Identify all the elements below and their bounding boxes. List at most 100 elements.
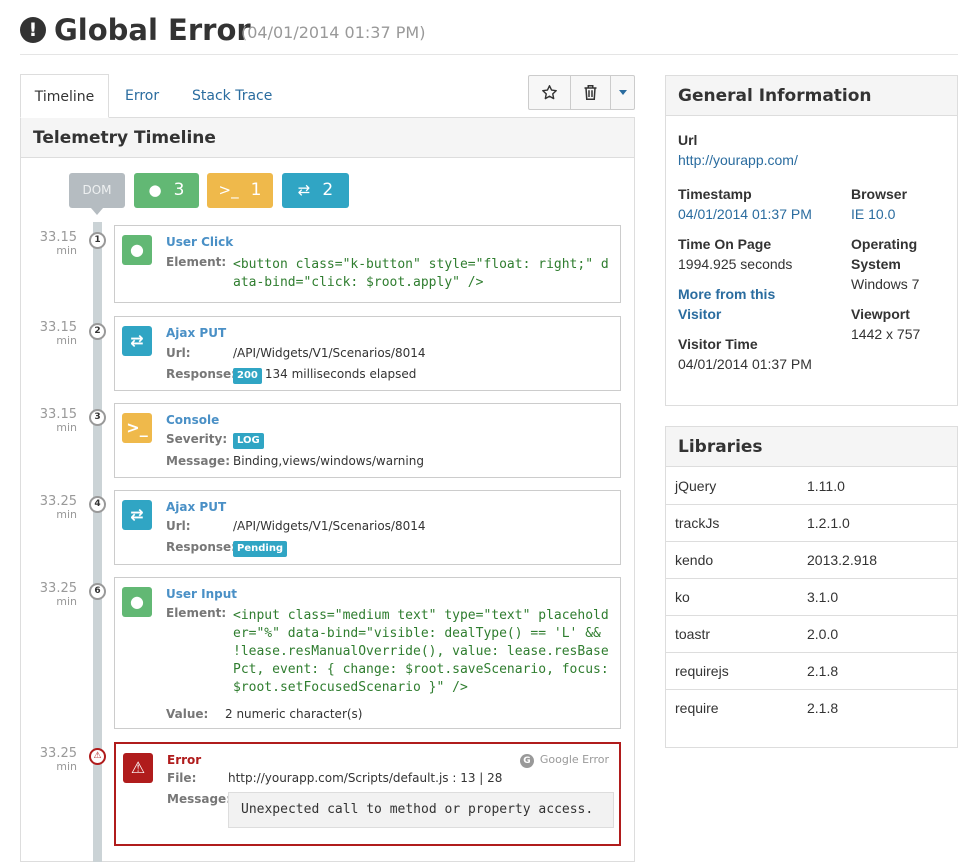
library-name: require (675, 700, 719, 716)
event-card-user-input[interactable]: ● User Input Element: <input class="medi… (114, 577, 621, 729)
event-number: 1 (89, 232, 106, 249)
google-error-label: Google Error (539, 753, 609, 766)
os-value: Windows 7 (851, 276, 920, 292)
error-message: Unexpected call to method or property ac… (228, 792, 614, 828)
more-from-visitor-link[interactable]: More from this Visitor (678, 284, 775, 324)
google-error-link[interactable]: G Google Error (519, 753, 609, 768)
event-type: Error (167, 753, 202, 767)
tab-stack-trace[interactable]: Stack Trace (192, 74, 272, 118)
element-label: Element: (166, 606, 227, 620)
url-value: /API/Widgets/V1/Scenarios/8014 (233, 346, 426, 360)
console-filter-button[interactable]: >_ 1 (207, 173, 273, 208)
event-card-error[interactable]: ⚠ Error G Google Error File: http://youra… (114, 742, 621, 846)
exchange-icon: ⇄ (297, 181, 311, 199)
library-row: requirejs 2.1.8 (666, 653, 957, 690)
browser-link[interactable]: IE 10.0 (851, 204, 895, 224)
timeline-panel: Telemetry Timeline DOM ● 3 >_ 1 ⇄ 2 33.15 mi… (20, 117, 635, 862)
element-label: Element: (166, 255, 227, 269)
page-timestamp: (04/01/2014 01:37 PM) (241, 23, 426, 42)
timeline-title: Telemetry Timeline (21, 118, 634, 158)
event-type: User Click (166, 235, 234, 249)
browser-label: Browser (851, 186, 908, 202)
event-number: 3 (89, 409, 106, 426)
message-label: Message: (167, 792, 231, 806)
dom-filter-button[interactable]: DOM (69, 173, 125, 215)
library-row: toastr 2.0.0 (666, 616, 957, 653)
ajax-filter-button[interactable]: ⇄ 2 (282, 173, 349, 208)
library-version: 2.0.0 (807, 626, 839, 642)
viewport-value: 1442 x 757 (851, 326, 921, 342)
url-label: Url: (166, 519, 191, 533)
os-label-line2: System (851, 256, 901, 272)
library-row: jQuery 1.11.0 (666, 468, 957, 505)
response-value: 200 134 milliseconds elapsed (233, 366, 416, 384)
severity-value: LOG (233, 431, 267, 449)
library-row: ko 3.1.0 (666, 579, 957, 616)
response-detail: 134 milliseconds elapsed (264, 367, 417, 381)
library-row: kendo 2013.2.918 (666, 542, 957, 579)
tab-timeline[interactable]: Timeline (20, 74, 109, 118)
library-version: 3.1.0 (807, 589, 839, 605)
exclamation-circle-icon: ! (20, 17, 46, 43)
url-link[interactable]: http://yourapp.com/ (678, 150, 798, 170)
timestamp-link[interactable]: 04/01/2014 01:37 PM (678, 204, 812, 224)
exchange-icon: ⇄ (122, 500, 152, 530)
user-icon: ● (122, 235, 152, 265)
event-card-console[interactable]: >_ Console Severity: LOG Message: Bindin… (114, 403, 621, 478)
event-type: Ajax PUT (166, 326, 227, 340)
more-link-line2: Visitor (678, 306, 722, 322)
libraries-panel: Libraries jQuery 1.11.0 trackJs 1.2.1.0 ke… (665, 426, 958, 748)
library-row: require 2.1.8 (666, 690, 957, 727)
time-on-page-value: 1994.925 seconds (678, 256, 793, 272)
library-version: 1.2.1.0 (807, 515, 850, 531)
status-badge: Pending (233, 541, 288, 557)
more-actions-dropdown[interactable] (611, 76, 634, 109)
value-value: 2 numeric character(s) (225, 707, 363, 721)
left-column: Timeline Error Stack Trace Telemetry Tim… (20, 74, 636, 862)
google-icon: G (519, 754, 534, 768)
url-label: Url (678, 132, 698, 148)
element-code: <button class="k-button" style="float: r… (233, 257, 609, 290)
library-name: trackJs (675, 515, 720, 531)
value-label: Value: (166, 707, 209, 721)
event-number: 4 (89, 496, 106, 513)
library-name: jQuery (675, 478, 717, 494)
console-count: 1 (250, 180, 262, 200)
general-information-panel: General Information Url http://yourapp.c… (665, 75, 958, 406)
time-on-page-label: Time On Page (678, 236, 772, 252)
library-name: ko (675, 589, 690, 605)
page-header: ! Global Error (04/01/2014 01:37 PM) (20, 10, 958, 55)
event-card-user-click[interactable]: ● User Click Element: <button class="k-b… (114, 225, 621, 303)
terminal-icon: >_ (218, 181, 239, 199)
message-value: Binding,views/windows/warning (233, 454, 424, 468)
tab-error[interactable]: Error (125, 74, 159, 118)
warning-icon: ⚠ (123, 753, 153, 783)
page-title: Global Error (54, 13, 251, 47)
visitor-time-label: Visitor Time (678, 336, 758, 352)
ajax-count: 2 (322, 180, 334, 200)
caret-down-icon (618, 90, 627, 95)
event-card-ajax-put[interactable]: ⇄ Ajax PUT Url: /API/Widgets/V1/Scenario… (114, 316, 621, 391)
library-name: requirejs (675, 663, 729, 679)
timeline-rail (93, 222, 102, 862)
event-type: Ajax PUT (166, 500, 227, 514)
os-label-line1: Operating (851, 236, 918, 252)
event-time: 33.25 min (39, 494, 77, 521)
delete-button[interactable] (571, 76, 611, 109)
response-value: Pending (233, 539, 290, 557)
event-card-ajax-put[interactable]: ⇄ Ajax PUT Url: /API/Widgets/V1/Scenario… (114, 490, 621, 565)
trash-icon (584, 85, 597, 100)
event-number: 2 (89, 323, 106, 340)
user-filter-button[interactable]: ● 3 (134, 173, 199, 208)
library-version: 2.1.8 (807, 663, 839, 679)
panel-title: General Information (666, 76, 957, 116)
file-value: http://yourapp.com/Scripts/default.js : … (228, 771, 503, 785)
severity-badge: LOG (233, 433, 264, 449)
viewport-label: Viewport (851, 306, 910, 322)
severity-label: Severity: (166, 432, 228, 446)
more-link-line1: More from this (678, 286, 776, 302)
event-type: User Input (166, 587, 237, 601)
element-code: <input class="medium text" type="text" p… (233, 608, 609, 695)
star-button[interactable] (529, 76, 571, 109)
event-type: Console (166, 413, 220, 427)
